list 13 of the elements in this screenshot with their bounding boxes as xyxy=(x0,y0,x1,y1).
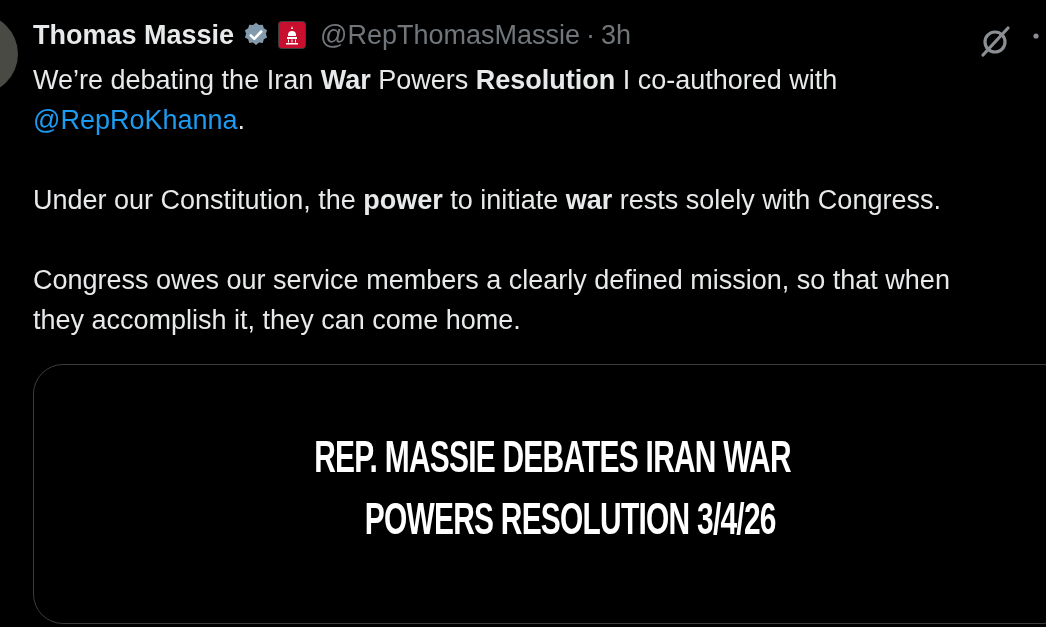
post-paragraph: We’re debating the Iran War Powers Resolution I co-authored with @RepRoKhanna. xyxy=(33,64,839,137)
mention-link[interactable]: @RepRoKhanna xyxy=(33,105,238,135)
media-headline: POWERS RESOLUTION 3/4/26 xyxy=(364,493,776,545)
capitol-badge-icon xyxy=(278,21,307,49)
post-paragraph: Congress owes our service members a clearly defined mission, so that when they accomplish it, they can come home. xyxy=(33,264,951,337)
media-headline: REP. MASSIE DEBATES IRAN WAR xyxy=(314,431,792,483)
more-icon[interactable] xyxy=(1033,33,1039,39)
post-paragraph: Under our Constitution, the power to initiate war rests solely with Congress. xyxy=(33,184,942,217)
post-time[interactable]: 3h xyxy=(601,14,632,56)
media-card[interactable]: REP. MASSIE DEBATES IRAN WAR POWERS RESOLUTION 3/4/26 xyxy=(33,364,1046,624)
separator-dot: · xyxy=(586,18,596,52)
author-handle[interactable]: @RepThomasMassie xyxy=(320,14,581,56)
author-name[interactable]: Thomas Massie xyxy=(33,14,235,56)
